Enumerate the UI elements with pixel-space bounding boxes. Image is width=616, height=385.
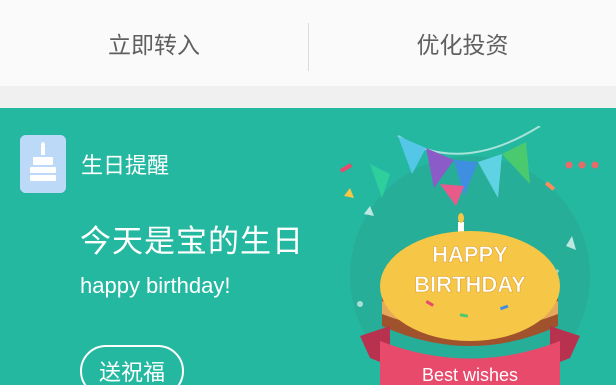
birthday-reminder-card[interactable]: 生日提醒 今天是宝的生日 happy birthday! 送祝福 HAPPY B… [0, 108, 616, 385]
birthday-cake-illustration: HAPPY BIRTHDAY Best wishes [339, 126, 590, 385]
transfer-in-tab[interactable]: 立即转入 [0, 0, 308, 86]
section-gap [0, 86, 616, 108]
birthday-cake-icon [20, 135, 66, 193]
send-blessing-button[interactable]: 送祝福 [80, 345, 184, 385]
top-action-bar: 立即转入 优化投资 [0, 0, 616, 86]
subline: happy birthday! [80, 273, 231, 298]
cake-text-birthday: BIRTHDAY [414, 272, 526, 297]
cake-text-happy: HAPPY [432, 242, 508, 267]
app-title: 生日提醒 [81, 154, 170, 179]
ribbon-text: Best wishes [422, 365, 518, 385]
headline: 今天是宝的生日 [80, 224, 304, 260]
optimize-investment-tab[interactable]: 优化投资 [309, 0, 616, 86]
